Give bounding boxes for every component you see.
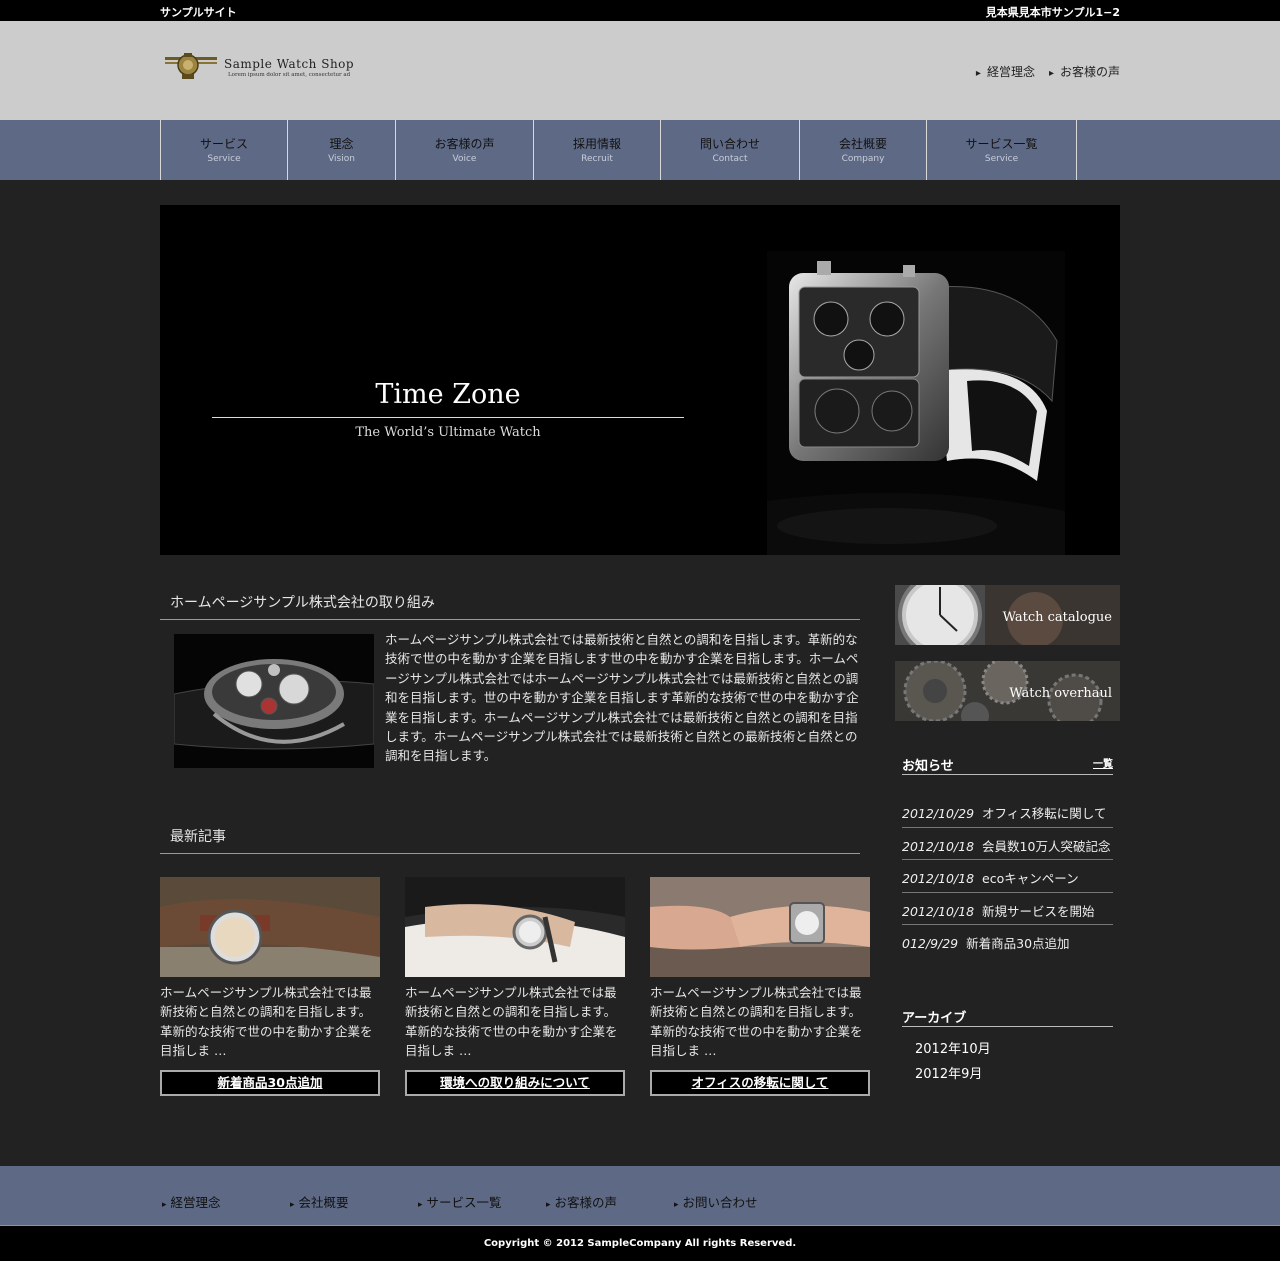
header-link-philosophy[interactable]: 経営理念: [976, 63, 1035, 80]
intro-heading: ホームページサンプル株式会社の取り組み: [170, 595, 435, 611]
site-name: サンプルサイト: [160, 6, 237, 19]
logo-emblem-icon: [165, 53, 217, 79]
archive-heading: アーカイブ: [902, 1011, 967, 1026]
news-more-link[interactable]: 一覧: [1093, 755, 1113, 770]
archive-list: 2012年10月 2012年9月: [915, 1040, 991, 1090]
archive-heading-bar: アーカイブ: [902, 1001, 1113, 1027]
archive-item[interactable]: 2012年10月: [915, 1040, 991, 1065]
nav-item-service[interactable]: サービス Service: [161, 120, 288, 180]
banner-watch-overhaul[interactable]: Watch overhaul: [895, 661, 1120, 721]
article-excerpt: ホームページサンプル株式会社では最新技術と自然との調和を目指します。革新的な技術…: [160, 985, 373, 1059]
footer-link-company[interactable]: 会社概要: [290, 1192, 418, 1211]
news-heading: お知らせ: [902, 759, 954, 774]
latest-heading: 最新記事: [170, 829, 226, 845]
nav-item-vision[interactable]: 理念 Vision: [288, 120, 396, 180]
banner-watch-catalogue[interactable]: Watch catalogue: [895, 585, 1120, 645]
intro-watch-image: [174, 634, 374, 768]
article-button[interactable]: 環境への取り組みについて: [405, 1070, 625, 1096]
header: Sample Watch Shop Lorem ipsum dolor sit …: [0, 21, 1280, 120]
site-logo[interactable]: Sample Watch Shop Lorem ipsum dolor sit …: [164, 51, 364, 91]
banner-label: Watch catalogue: [1002, 610, 1112, 625]
article-button[interactable]: オフィスの移転に関して: [650, 1070, 870, 1096]
article-card: ホームページサンプル株式会社では最新技術と自然との調和を目指します。革新的な技術…: [160, 877, 380, 1096]
news-item[interactable]: 2012/10/18 新規サービスを開始: [902, 893, 1113, 925]
header-link-voice[interactable]: お客様の声: [1049, 63, 1120, 80]
latest-heading-bar: 最新記事: [160, 818, 860, 854]
logo-name: Sample Watch Shop: [224, 57, 355, 71]
news-item[interactable]: 2012/10/18 ecoキャンペーン: [902, 860, 1113, 893]
footer-link-voice[interactable]: お客様の声: [546, 1192, 674, 1211]
article-thumbnail[interactable]: [405, 877, 625, 977]
header-links: 経営理念 お客様の声: [976, 63, 1120, 80]
nav-item-service-list[interactable]: サービス一覧 Service: [927, 120, 1077, 180]
article-card: ホームページサンプル株式会社では最新技術と自然との調和を目指します。革新的な技術…: [650, 877, 870, 1096]
article-excerpt: ホームページサンプル株式会社では最新技術と自然との調和を目指します。革新的な技術…: [650, 985, 863, 1059]
intro-heading-bar: ホームページサンプル株式会社の取り組み: [160, 584, 860, 620]
footer-link-philosophy[interactable]: 経営理念: [162, 1192, 290, 1211]
footer: 経営理念 会社概要 サービス一覧 お客様の声 お問い合わせ: [0, 1166, 1280, 1226]
article-thumbnail[interactable]: [160, 877, 380, 977]
archive-item[interactable]: 2012年9月: [915, 1065, 991, 1090]
article-card: ホームページサンプル株式会社では最新技術と自然との調和を目指します。革新的な技術…: [405, 877, 625, 1096]
news-list: 2012/10/29 オフィス移転に関して 2012/10/18 会員数10万人突破…: [902, 795, 1113, 958]
article-excerpt: ホームページサンプル株式会社では最新技術と自然との調和を目指します。革新的な技術…: [405, 985, 618, 1059]
article-list: ホームページサンプル株式会社では最新技術と自然との調和を目指します。革新的な技術…: [160, 877, 870, 1096]
logo-tagline: Lorem ipsum dolor sit amet, consectetur …: [228, 72, 351, 78]
intro-text: ホームページサンプル株式会社では最新技術と自然との調和を目指します。革新的な技術…: [385, 632, 859, 764]
address: 見本県見本市サンプル1−2: [985, 6, 1120, 19]
article-thumbnail[interactable]: [650, 877, 870, 977]
news-item[interactable]: 2012/10/18 会員数10万人突破記念: [902, 828, 1113, 860]
footer-link-contact[interactable]: お問い合わせ: [674, 1192, 802, 1211]
news-item[interactable]: 2012/10/29 オフィス移転に関して: [902, 795, 1113, 828]
watch-image: [767, 251, 1065, 555]
nav-item-company[interactable]: 会社概要 Company: [800, 120, 927, 180]
hero-subtitle: The World’s Ultimate Watch: [355, 425, 541, 440]
top-bar: サンプルサイト 見本県見本市サンプル1−2: [0, 0, 1280, 21]
banner-label: Watch overhaul: [1009, 686, 1112, 701]
hero-divider: [212, 417, 684, 418]
footer-link-service-list[interactable]: サービス一覧: [418, 1192, 546, 1211]
hero-banner: Time Zone The World’s Ultimate Watch: [160, 205, 1120, 555]
global-nav: サービス Service 理念 Vision お客様の声 Voice 採用情報 Recr…: [0, 120, 1280, 180]
article-button[interactable]: 新着商品30点追加: [160, 1070, 380, 1096]
hero-title: Time Zone: [375, 379, 521, 410]
nav-item-contact[interactable]: 問い合わせ Contact: [661, 120, 800, 180]
nav-item-recruit[interactable]: 採用情報 Recruit: [534, 120, 661, 180]
nav-item-voice[interactable]: お客様の声 Voice: [396, 120, 534, 180]
news-item[interactable]: 012/9/29 新着商品30点追加: [902, 925, 1113, 958]
copyright: Copyright © 2012 SampleCompany All right…: [0, 1226, 1280, 1261]
news-heading-bar: お知らせ 一覧: [902, 749, 1113, 775]
